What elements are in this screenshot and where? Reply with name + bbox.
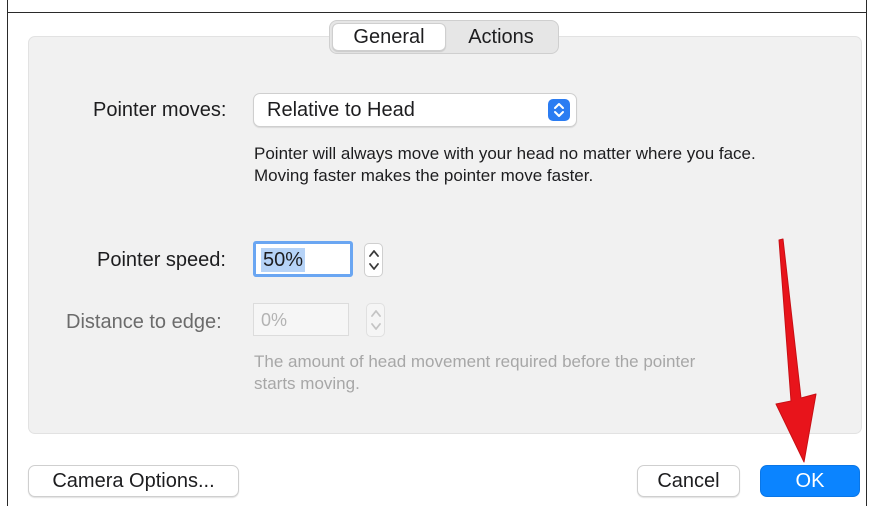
cancel-button[interactable]: Cancel <box>637 465 740 497</box>
camera-options-button[interactable]: Camera Options... <box>28 465 239 497</box>
pointer-moves-label: Pointer moves: <box>93 99 227 121</box>
pointer-moves-value: Relative to Head <box>267 99 415 121</box>
window-border-left <box>7 0 8 506</box>
distance-to-edge-stepper <box>366 303 385 337</box>
tab-actions[interactable]: Actions <box>446 23 556 51</box>
stepper-arrows-icon <box>371 310 381 330</box>
window-border-top <box>7 12 867 13</box>
ok-button[interactable]: OK <box>760 465 860 497</box>
pointer-speed-stepper[interactable] <box>364 243 383 277</box>
distance-to-edge-value: 0% <box>261 310 288 330</box>
pointer-speed-field[interactable]: 50% <box>253 241 353 277</box>
window-border-right <box>866 0 867 506</box>
pointer-moves-description-line2: Moving faster makes the pointer move fas… <box>254 166 594 185</box>
tab-general[interactable]: General <box>332 23 446 51</box>
pointer-moves-description-line1: Pointer will always move with your head … <box>254 144 756 163</box>
pointer-speed-value: 50% <box>261 248 306 272</box>
stepper-arrows-icon <box>369 250 379 270</box>
pointer-speed-label: Pointer speed: <box>97 249 226 271</box>
red-arrow-icon <box>775 238 817 463</box>
popup-chevrons-icon <box>548 99 570 121</box>
distance-to-edge-description-line1: The amount of head movement required bef… <box>254 352 696 371</box>
pointer-moves-popup[interactable]: Relative to Head <box>253 93 577 127</box>
distance-to-edge-field: 0% <box>253 303 349 336</box>
distance-to-edge-label: Distance to edge: <box>66 311 222 333</box>
tab-bar: General Actions <box>329 20 559 54</box>
distance-to-edge-description-line2: starts moving. <box>254 374 360 393</box>
